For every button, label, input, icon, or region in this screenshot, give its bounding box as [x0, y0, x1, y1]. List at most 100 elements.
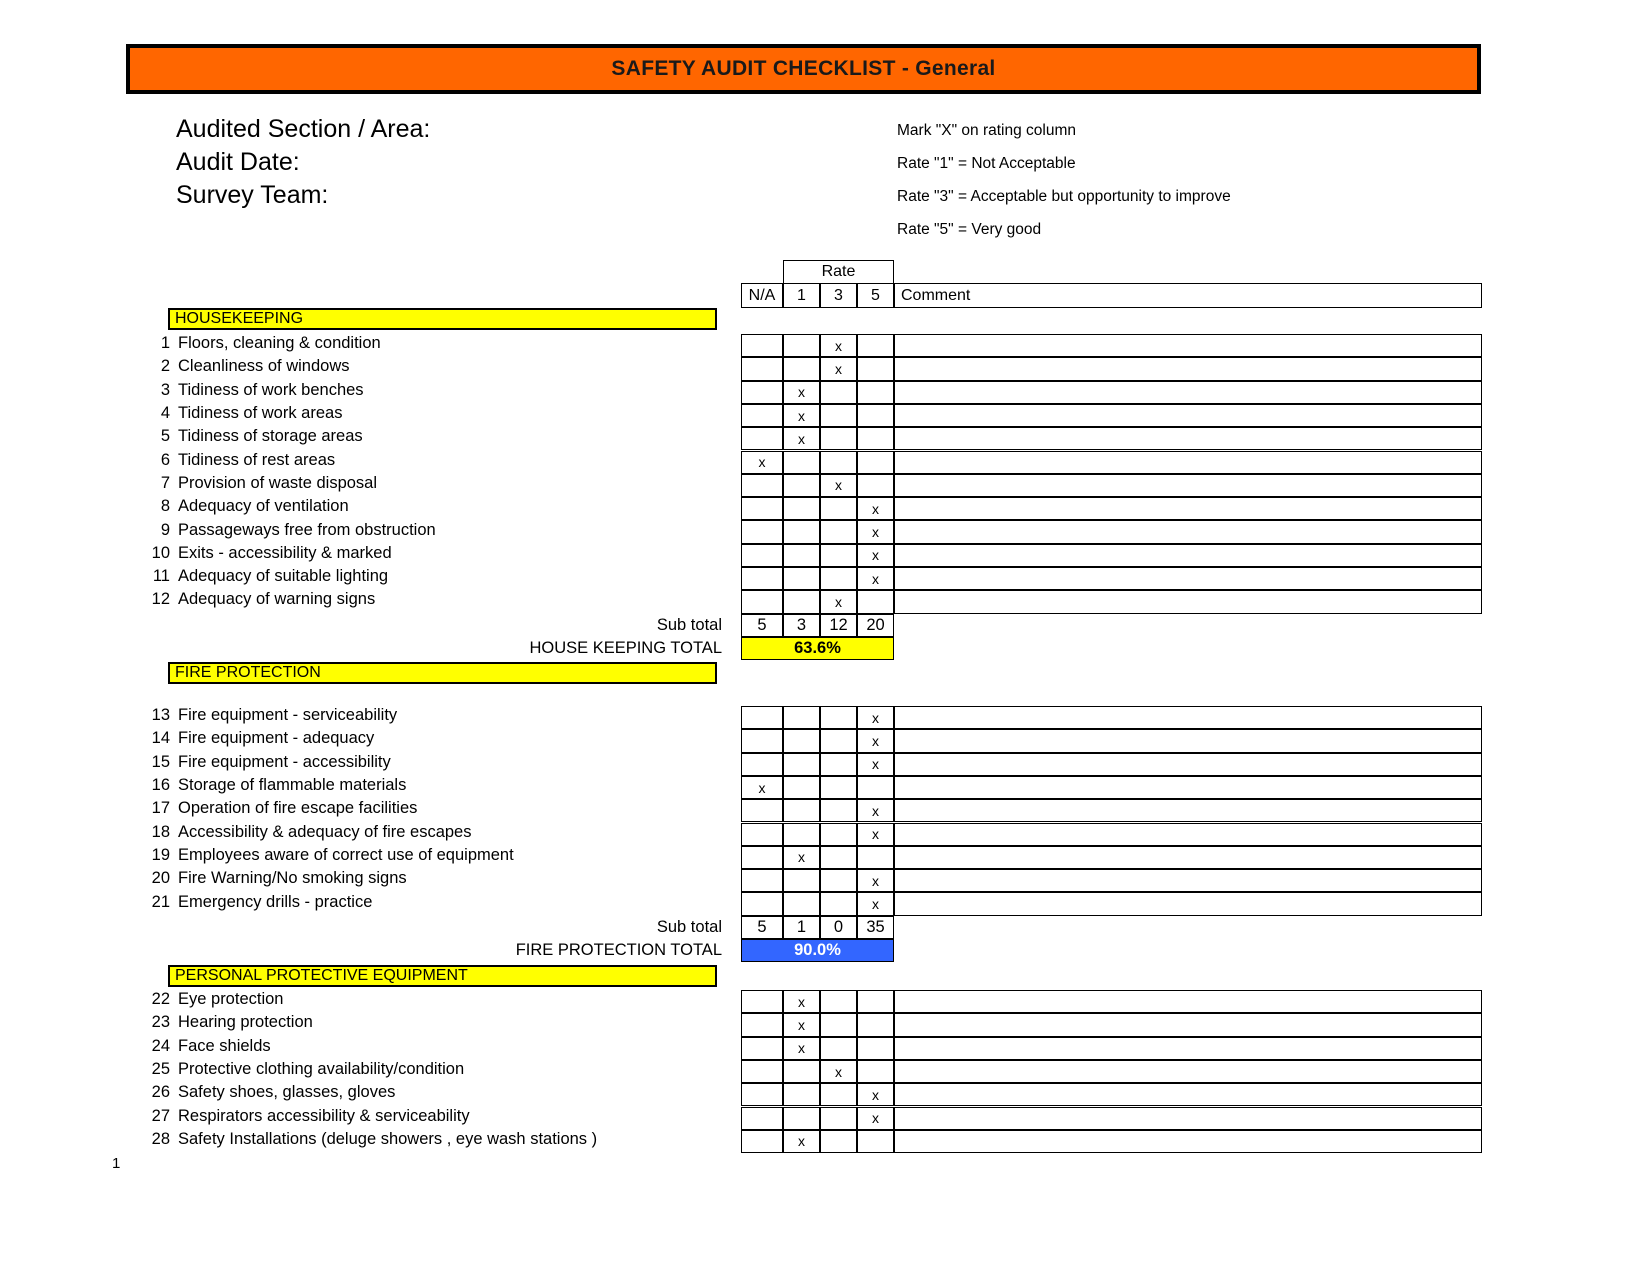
comment-cell[interactable] [894, 427, 1482, 451]
rating-cell-rate-1[interactable] [783, 590, 820, 614]
rating-cell-rate-1[interactable]: x [783, 427, 820, 451]
comment-cell[interactable] [894, 450, 1482, 474]
rating-cell-na[interactable] [741, 1083, 783, 1107]
rating-cell-na[interactable] [741, 357, 783, 381]
rating-cell-rate-1[interactable] [783, 334, 820, 358]
rating-cell-rate-1[interactable] [783, 450, 820, 474]
rating-cell-rate-1[interactable] [783, 822, 820, 846]
rating-cell-rate-5[interactable]: x [857, 799, 894, 823]
comment-cell[interactable] [894, 520, 1482, 544]
rating-cell-rate-5[interactable] [857, 473, 894, 498]
rating-cell-na[interactable] [741, 334, 783, 358]
rating-cell-rate-3[interactable] [820, 567, 857, 591]
rating-cell-na[interactable] [741, 403, 783, 428]
rating-cell-rate-5[interactable]: x [857, 892, 894, 916]
comment-cell[interactable] [894, 869, 1482, 893]
rating-cell-rate-3[interactable]: x [820, 1059, 857, 1084]
comment-cell[interactable] [894, 775, 1482, 800]
rating-cell-na[interactable]: x [741, 450, 783, 474]
rating-cell-rate-5[interactable]: x [857, 822, 894, 846]
rating-cell-rate-5[interactable]: x [857, 1106, 894, 1130]
comment-cell[interactable] [894, 590, 1482, 614]
comment-cell[interactable] [894, 1059, 1482, 1084]
comment-cell[interactable] [894, 473, 1482, 498]
rating-cell-rate-5[interactable]: x [857, 1083, 894, 1107]
rating-cell-rate-3[interactable] [820, 729, 857, 753]
rating-cell-rate-3[interactable] [820, 380, 857, 404]
rating-cell-rate-1[interactable] [783, 1083, 820, 1107]
comment-cell[interactable] [894, 1083, 1482, 1107]
rating-cell-na[interactable] [741, 543, 783, 567]
rating-cell-rate-5[interactable]: x [857, 497, 894, 521]
rating-cell-rate-5[interactable] [857, 1013, 894, 1037]
rating-cell-na[interactable] [741, 752, 783, 776]
rating-cell-na[interactable] [741, 1036, 783, 1060]
rating-cell-rate-5[interactable]: x [857, 520, 894, 544]
rating-cell-na[interactable] [741, 1059, 783, 1084]
comment-cell[interactable] [894, 334, 1482, 358]
rating-cell-rate-3[interactable] [820, 845, 857, 870]
rating-cell-rate-5[interactable] [857, 775, 894, 800]
rating-cell-rate-1[interactable] [783, 520, 820, 544]
rating-cell-rate-3[interactable] [820, 775, 857, 800]
comment-cell[interactable] [894, 1036, 1482, 1060]
rating-cell-rate-5[interactable]: x [857, 869, 894, 893]
comment-cell[interactable] [894, 567, 1482, 591]
rating-cell-na[interactable] [741, 729, 783, 753]
rating-cell-rate-1[interactable] [783, 543, 820, 567]
rating-cell-rate-1[interactable]: x [783, 845, 820, 870]
rating-cell-rate-3[interactable] [820, 520, 857, 544]
rating-cell-na[interactable] [741, 990, 783, 1014]
rating-cell-rate-5[interactable]: x [857, 729, 894, 753]
rating-cell-rate-3[interactable]: x [820, 334, 857, 358]
rating-cell-na[interactable] [741, 473, 783, 498]
rating-cell-rate-1[interactable] [783, 752, 820, 776]
rating-cell-rate-3[interactable]: x [820, 357, 857, 381]
rating-cell-rate-3[interactable] [820, 543, 857, 567]
comment-cell[interactable] [894, 497, 1482, 521]
rating-cell-rate-1[interactable] [783, 567, 820, 591]
rating-cell-rate-3[interactable] [820, 869, 857, 893]
rating-cell-rate-1[interactable] [783, 729, 820, 753]
rating-cell-rate-5[interactable] [857, 1059, 894, 1084]
rating-cell-na[interactable] [741, 822, 783, 846]
rating-cell-na[interactable] [741, 427, 783, 451]
rating-cell-na[interactable]: x [741, 775, 783, 800]
comment-cell[interactable] [894, 892, 1482, 916]
rating-cell-rate-3[interactable] [820, 1106, 857, 1130]
comment-cell[interactable] [894, 990, 1482, 1014]
rating-cell-rate-3[interactable] [820, 1036, 857, 1060]
rating-cell-na[interactable] [741, 869, 783, 893]
rating-cell-rate-5[interactable] [857, 1036, 894, 1060]
rating-cell-rate-3[interactable] [820, 497, 857, 521]
rating-cell-rate-3[interactable] [820, 892, 857, 916]
rating-cell-rate-5[interactable] [857, 1129, 894, 1154]
rating-cell-rate-1[interactable] [783, 799, 820, 823]
comment-cell[interactable] [894, 1129, 1482, 1154]
rating-cell-rate-1[interactable] [783, 775, 820, 800]
comment-cell[interactable] [894, 1106, 1482, 1130]
rating-cell-rate-1[interactable] [783, 869, 820, 893]
rating-cell-rate-5[interactable]: x [857, 706, 894, 730]
rating-cell-rate-1[interactable] [783, 706, 820, 730]
rating-cell-rate-5[interactable] [857, 427, 894, 451]
rating-cell-rate-3[interactable] [820, 403, 857, 428]
rating-cell-rate-3[interactable] [820, 1129, 857, 1154]
comment-cell[interactable] [894, 380, 1482, 404]
rating-cell-rate-5[interactable] [857, 334, 894, 358]
rating-cell-rate-1[interactable] [783, 357, 820, 381]
rating-cell-na[interactable] [741, 799, 783, 823]
rating-cell-rate-1[interactable]: x [783, 1129, 820, 1154]
rating-cell-na[interactable] [741, 497, 783, 521]
rating-cell-na[interactable] [741, 380, 783, 404]
comment-cell[interactable] [894, 1013, 1482, 1037]
rating-cell-rate-1[interactable] [783, 1106, 820, 1130]
rating-cell-na[interactable] [741, 567, 783, 591]
rating-cell-rate-1[interactable]: x [783, 990, 820, 1014]
rating-cell-rate-3[interactable]: x [820, 473, 857, 498]
rating-cell-rate-1[interactable]: x [783, 380, 820, 404]
rating-cell-rate-5[interactable] [857, 590, 894, 614]
rating-cell-rate-5[interactable] [857, 357, 894, 381]
rating-cell-na[interactable] [741, 845, 783, 870]
rating-cell-rate-5[interactable] [857, 380, 894, 404]
